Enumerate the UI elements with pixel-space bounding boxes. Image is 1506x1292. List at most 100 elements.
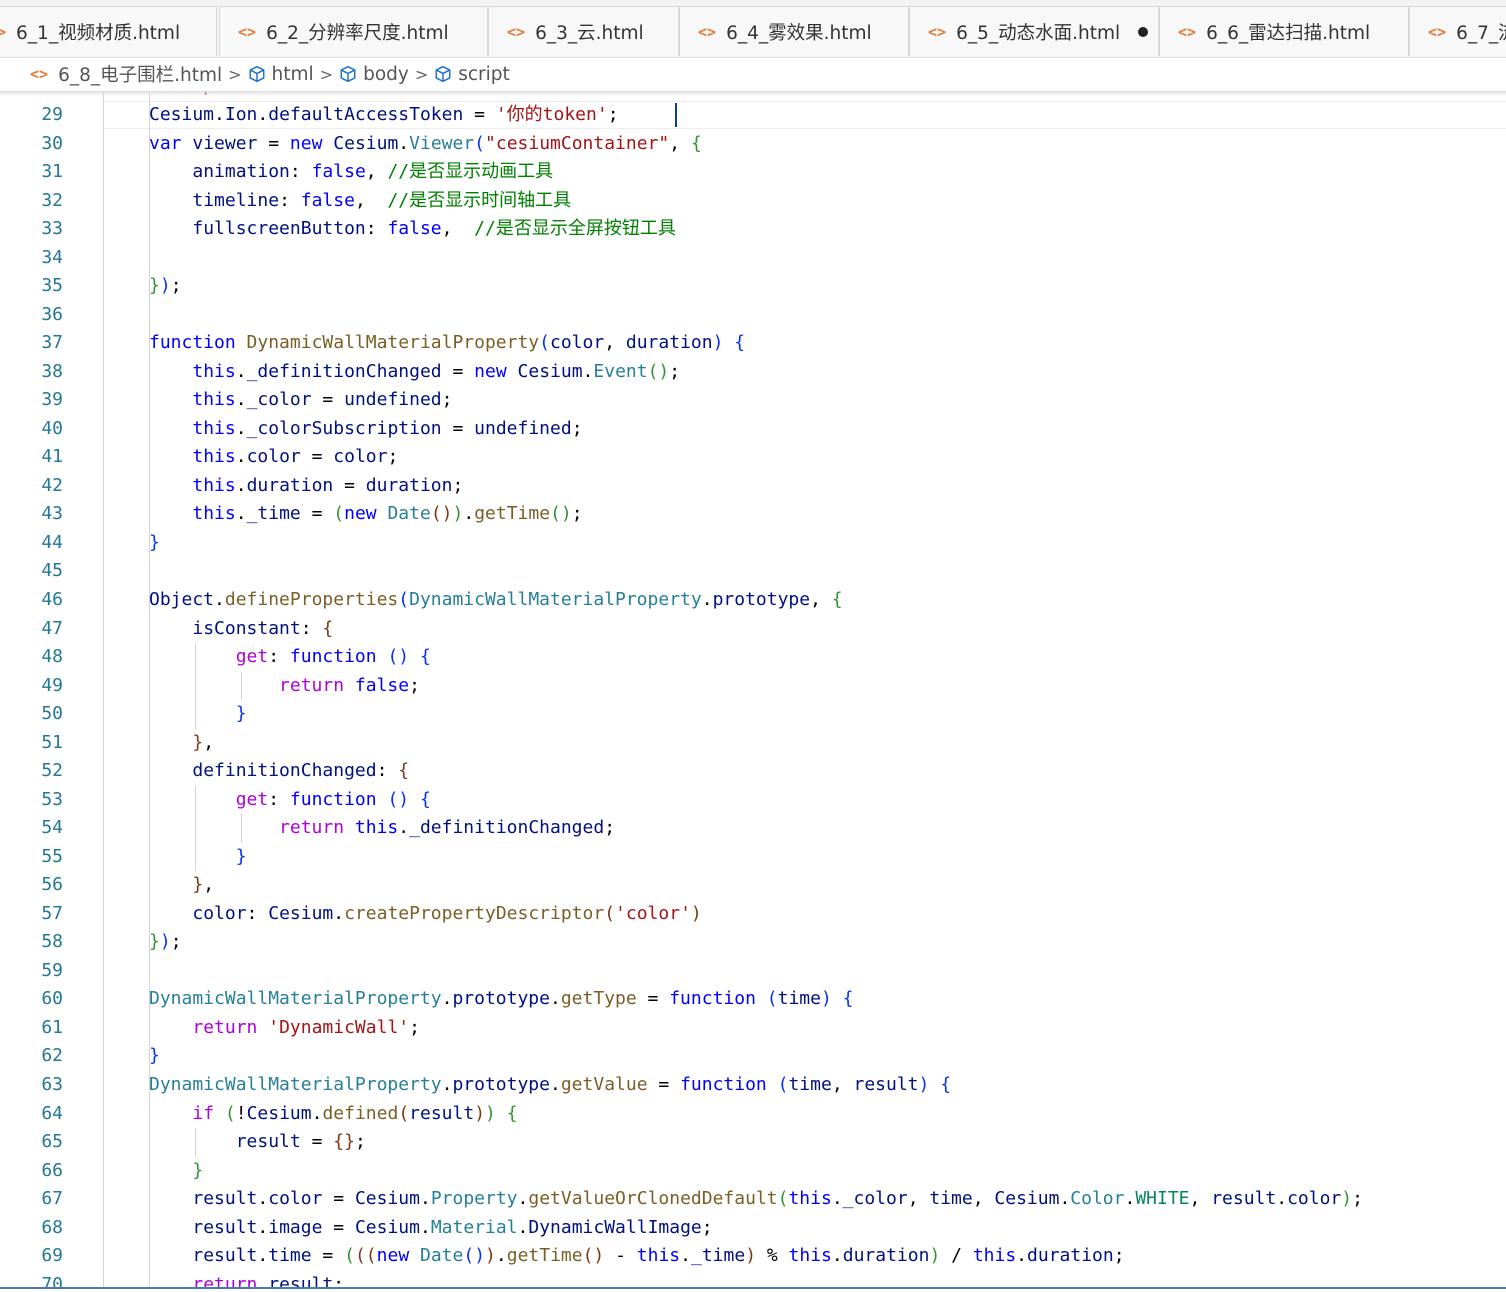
code-line[interactable]: 69 result.time = (((new Date()).getTime(… xyxy=(0,1242,1506,1270)
code-token: viewer xyxy=(192,132,258,154)
code-line[interactable]: 63 DynamicWallMaterialProperty.prototype.… xyxy=(0,1071,1506,1099)
code-token: = xyxy=(300,446,334,468)
code-line[interactable]: 55 } xyxy=(0,843,1506,871)
code-line[interactable]: 51 }, xyxy=(0,729,1506,757)
code-line[interactable]: 60 DynamicWallMaterialProperty.prototype.… xyxy=(0,985,1506,1013)
code-line[interactable]: 68 result.image = Cesium.Material.Dynami… xyxy=(0,1214,1506,1242)
code-token: : xyxy=(289,161,312,183)
code-line[interactable]: 41 this.color = color; xyxy=(0,443,1506,471)
editor-tab[interactable]: <> 6_5_动态水面.html xyxy=(909,6,1159,56)
code-token: ; xyxy=(571,417,583,439)
code-line[interactable]: 43 this._time = (new Date()).getTime(); xyxy=(0,500,1506,528)
code-line[interactable]: 59 xyxy=(0,957,1506,985)
line-number: 31 xyxy=(41,161,63,183)
code-line[interactable]: 64 if (!Cesium.defined(result)) { xyxy=(0,1100,1506,1128)
code-line[interactable]: 50 } xyxy=(0,700,1506,728)
breadcrumb-file[interactable]: 6_8_电子围栏.html xyxy=(58,61,222,87)
code-line[interactable]: 34 xyxy=(0,244,1506,272)
code-token: { xyxy=(690,132,702,154)
code-line[interactable]: 38 this._definitionChanged = new Cesium.… xyxy=(0,358,1506,386)
code-text: this.color = color; xyxy=(149,443,398,471)
code-token: . xyxy=(311,1102,323,1124)
code-line[interactable]: 52 definitionChanged: { xyxy=(0,757,1506,785)
code-text: color: Cesium.createPropertyDescriptor('… xyxy=(149,900,701,928)
code-text: return 'DynamicWall'; xyxy=(149,1014,420,1042)
code-token: ; xyxy=(170,931,182,953)
code-text: fullscreenButton: false, //是否显示全屏按钮工具 xyxy=(149,215,675,243)
code-token: } xyxy=(192,1159,204,1181)
code-token: "cesiumContainer" xyxy=(485,132,670,154)
code-line[interactable]: 56 }, xyxy=(0,871,1506,899)
code-token: fullscreenButton xyxy=(192,218,366,240)
code-token: time xyxy=(788,1074,832,1096)
code-line[interactable]: 49 return false; xyxy=(0,672,1506,700)
code-line[interactable]: 39 this._color = undefined; xyxy=(0,386,1506,414)
code-line[interactable]: 33 fullscreenButton: false, //是否显示全屏按钮工具 xyxy=(0,215,1506,243)
code-line[interactable]: 65 result = {}; xyxy=(0,1128,1506,1156)
code-token: _colorSubscription xyxy=(246,417,442,439)
html-file-icon: <> xyxy=(1428,22,1447,41)
html-file-icon: <> xyxy=(238,22,257,41)
code-token: ! xyxy=(235,1102,247,1124)
code-text: this._definitionChanged = new Cesium.Eve… xyxy=(149,358,680,386)
breadcrumb-item[interactable]: body xyxy=(363,64,409,85)
code-line[interactable]: 32 timeline: false, //是否显示时间轴工具 xyxy=(0,187,1506,215)
editor-tab-label: 6_2_分辨率尺度.html xyxy=(266,22,449,44)
code-line[interactable]: 46 Object.defineProperties(DynamicWallMat… xyxy=(0,586,1506,614)
code-token: , xyxy=(354,189,388,211)
code-token: Viewer xyxy=(409,132,475,154)
code-line[interactable]: 58}); xyxy=(0,928,1506,956)
code-token: color xyxy=(550,332,605,354)
code-token: time xyxy=(929,1188,973,1210)
editor-tab-label: 6_1_视频材质.html xyxy=(16,22,181,44)
code-token: ) xyxy=(929,1245,941,1267)
breadcrumb-item[interactable]: html xyxy=(272,64,314,85)
code-line[interactable]: 61 return 'DynamicWall'; xyxy=(0,1014,1506,1042)
code-line[interactable]: 48 get: function () { xyxy=(0,643,1506,671)
code-token: ( xyxy=(604,902,616,924)
code-line[interactable]: 47 isConstant: { xyxy=(0,615,1506,643)
code-line[interactable]: 54 return this._definitionChanged; xyxy=(0,814,1506,842)
breadcrumb-item[interactable]: script xyxy=(458,64,510,85)
code-line[interactable]: 45 xyxy=(0,557,1506,585)
code-token: ; xyxy=(387,446,399,468)
code-token: . xyxy=(257,104,269,125)
code-line[interactable]: 31 animation: false, //是否显示动画工具 xyxy=(0,158,1506,186)
editor-tab[interactable]: <> 6_4_雾效果.html xyxy=(679,6,909,56)
editor-tab[interactable]: >6_1_视频材质.html xyxy=(0,6,217,56)
code-line[interactable]: 35}); xyxy=(0,272,1506,300)
code-line[interactable]: 30 var viewer = new Cesium.Viewer("cesium… xyxy=(0,130,1506,158)
code-text: result.image = Cesium.Material.DynamicWa… xyxy=(149,1214,712,1242)
code-line[interactable]: 44} xyxy=(0,529,1506,557)
code-token: duration xyxy=(625,332,713,354)
unsaved-dot-icon[interactable] xyxy=(1138,26,1149,37)
code-token: false xyxy=(387,218,442,240)
code-line[interactable]: 37 function DynamicWallMaterialProperty(c… xyxy=(0,329,1506,357)
code-editor[interactable]: <script>29Cesium.Ion.defaultAccessToken … xyxy=(0,91,1506,1287)
code-token: { xyxy=(322,617,334,639)
code-token: . xyxy=(463,503,475,525)
code-line[interactable]: 66 } xyxy=(0,1157,1506,1185)
code-token: Cesium xyxy=(333,132,399,154)
editor-tab[interactable]: <> 6_6_雷达扫描.html xyxy=(1159,6,1409,56)
code-line[interactable]: 42 this.duration = duration; xyxy=(0,472,1506,500)
code-token: ) xyxy=(745,1245,757,1267)
editor-tab[interactable]: <> 6_7_流 xyxy=(1409,6,1506,56)
code-token: . xyxy=(517,1188,529,1210)
code-line[interactable]: 70 return result; xyxy=(0,1271,1506,1287)
editor-tab[interactable]: <> 6_3_云.html xyxy=(488,6,679,56)
code-line[interactable]: 40 this._colorSubscription = undefined; xyxy=(0,415,1506,443)
code-line[interactable]: 29 Cesium.Ion.defaultAccessToken = '你的tok… xyxy=(0,101,1506,129)
code-line[interactable]: 36 xyxy=(0,301,1506,329)
code-line[interactable]: 57 color: Cesium.createPropertyDescripto… xyxy=(0,900,1506,928)
code-line[interactable]: 53 get: function () { xyxy=(0,786,1506,814)
code-token: ) xyxy=(159,275,171,297)
code-line[interactable]: 62} xyxy=(0,1042,1506,1070)
editor-tab[interactable]: <> 6_2_分辨率尺度.html xyxy=(219,6,488,56)
code-line[interactable]: 67 result.color = Cesium.Property.getVal… xyxy=(0,1185,1506,1213)
line-number: 54 xyxy=(41,817,63,839)
